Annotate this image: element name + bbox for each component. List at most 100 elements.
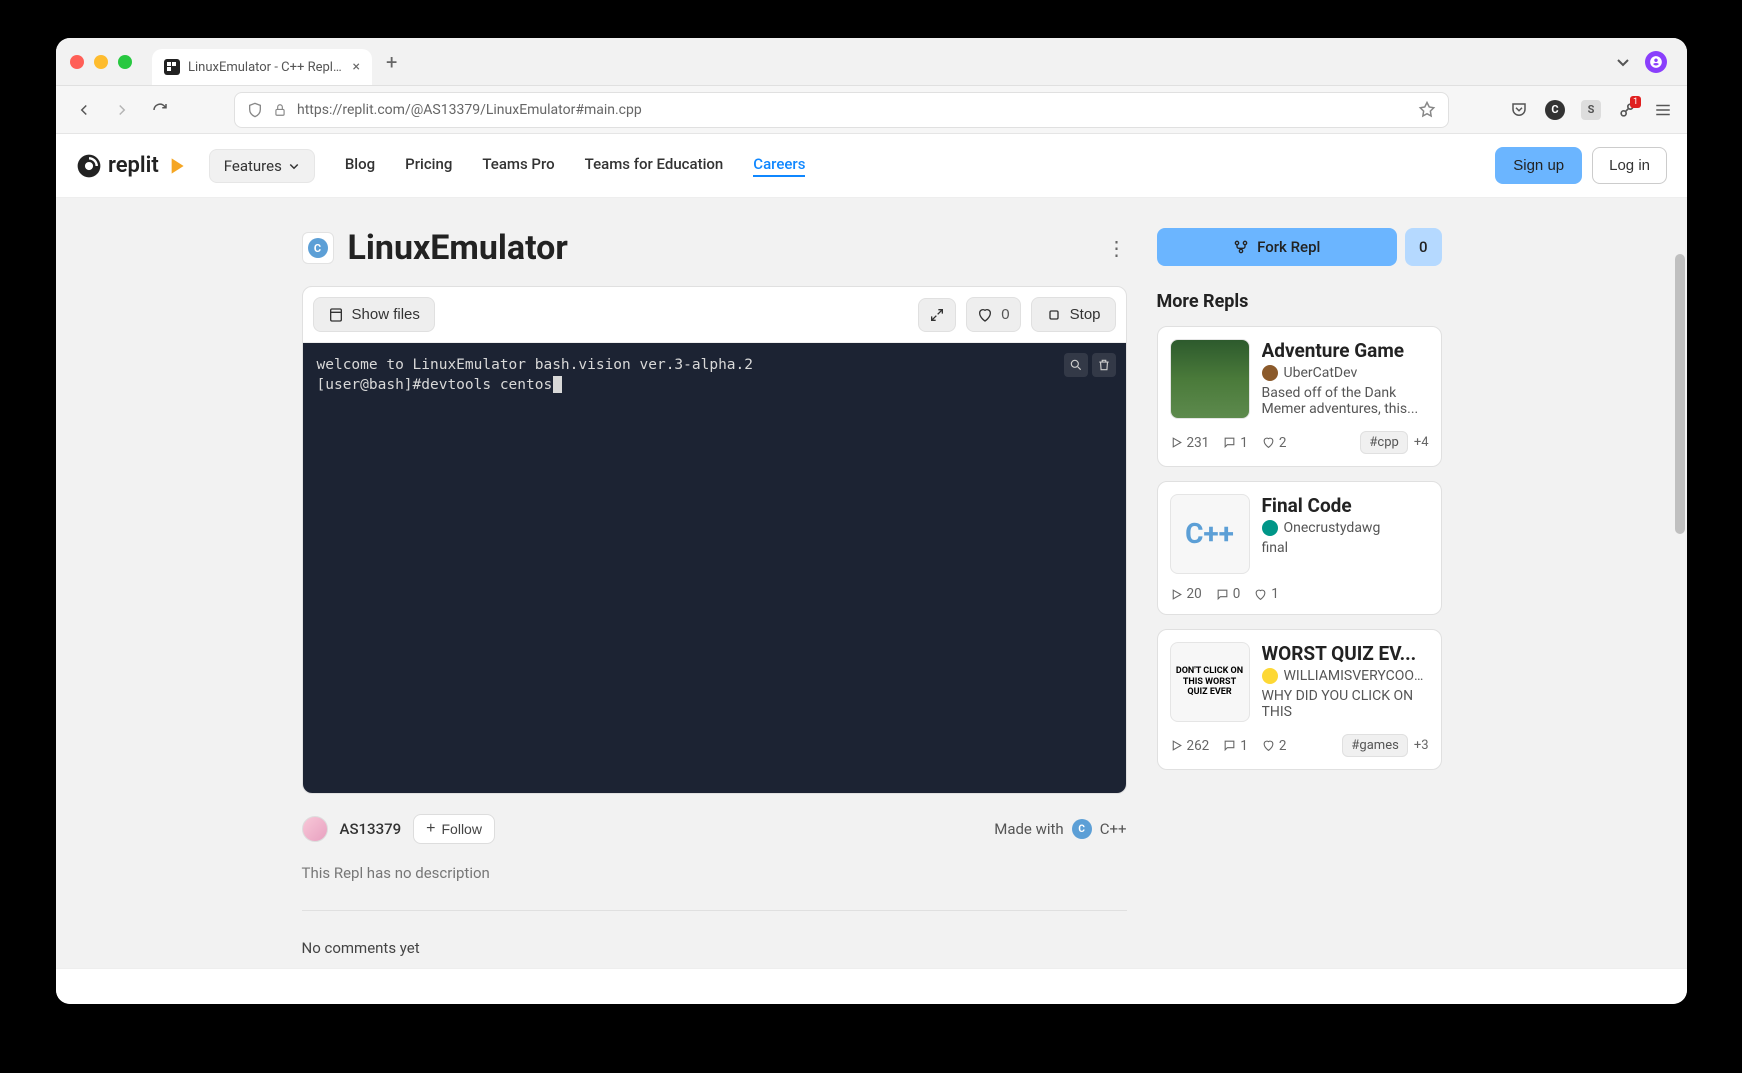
card-title[interactable]: WORST QUIZ EV... (1262, 642, 1429, 665)
editor-card: Show files 0 (302, 286, 1127, 794)
extension-badge: 1 (1630, 96, 1641, 108)
card-title[interactable]: Final Code (1262, 494, 1429, 517)
extension-icon-1[interactable]: C (1545, 100, 1565, 120)
card-author-name[interactable]: Onecrustydawg (1284, 520, 1381, 536)
repl-title: LinuxEmulator (348, 228, 568, 268)
scrollbar[interactable] (1675, 254, 1685, 534)
more-repl-card[interactable]: DON'T CLICK ON THIS WORST QUIZ EVER WORS… (1157, 629, 1442, 770)
maximize-window-button[interactable] (118, 55, 132, 69)
nav-pricing[interactable]: Pricing (405, 155, 452, 177)
tab-close-icon[interactable]: × (353, 59, 360, 75)
lock-icon[interactable] (273, 103, 287, 117)
replit-logo[interactable]: replit (76, 153, 189, 179)
window-controls (70, 55, 132, 69)
stop-button[interactable]: Stop (1031, 297, 1116, 332)
card-thumbnail (1170, 494, 1250, 574)
more-repl-card[interactable]: Adventure Game UberCatDev Based off of t… (1157, 326, 1442, 467)
no-comments-text: No comments yet (302, 939, 1127, 957)
extension-icon-3[interactable]: 1 (1617, 100, 1637, 120)
made-with-label: Made with (994, 820, 1063, 838)
show-files-button[interactable]: Show files (313, 297, 435, 332)
tab-favicon-icon (164, 59, 180, 75)
follow-button[interactable]: + Follow (413, 814, 495, 844)
card-more-tags[interactable]: +4 (1414, 435, 1429, 450)
bottom-bar (56, 968, 1687, 1004)
features-label: Features (224, 157, 282, 175)
divider (302, 910, 1127, 911)
like-count: 0 (1001, 306, 1009, 323)
back-button[interactable] (70, 96, 98, 124)
card-author-name[interactable]: UberCatDev (1284, 365, 1358, 381)
more-repls-heading: More Repls (1157, 291, 1442, 312)
card-author-avatar (1262, 520, 1278, 536)
nav-teams-edu[interactable]: Teams for Education (585, 155, 724, 177)
language-icon: C (1072, 819, 1092, 839)
card-tag[interactable]: #cpp (1360, 431, 1407, 454)
tabs-overflow-icon[interactable] (1615, 54, 1631, 70)
terminal-line-2: [user@bash]#devtools centos (317, 377, 553, 393)
card-comments: 0 (1216, 586, 1241, 602)
more-options-icon[interactable]: ⋮ (1107, 236, 1127, 260)
card-author-avatar (1262, 668, 1278, 684)
url-bar[interactable]: https://replit.com/@AS13379/LinuxEmulato… (234, 92, 1449, 128)
extension-icon-2[interactable]: S (1581, 100, 1601, 120)
shield-icon[interactable] (247, 102, 263, 118)
nav-links: Blog Pricing Teams Pro Teams for Educati… (345, 155, 806, 177)
card-likes: 2 (1262, 738, 1287, 754)
show-files-label: Show files (352, 306, 420, 323)
language-name[interactable]: C++ (1100, 820, 1127, 838)
card-title[interactable]: Adventure Game (1262, 339, 1429, 362)
bookmark-icon[interactable] (1418, 101, 1436, 119)
card-runs: 231 (1170, 435, 1210, 451)
nav-careers[interactable]: Careers (753, 155, 805, 177)
nav-teams-pro[interactable]: Teams Pro (482, 155, 554, 177)
card-runs: 20 (1170, 586, 1202, 602)
features-dropdown[interactable]: Features (209, 149, 315, 183)
card-description: Based off of the Dank Memer adventures, … (1262, 385, 1429, 417)
card-description: WHY DID YOU CLICK ON THIS (1262, 688, 1429, 720)
terminal-output[interactable]: welcome to LinuxEmulator bash.vision ver… (303, 343, 1126, 793)
pocket-icon[interactable] (1509, 100, 1529, 120)
card-description: final (1262, 540, 1429, 556)
signup-button[interactable]: Sign up (1495, 147, 1582, 184)
new-tab-button[interactable]: + (386, 50, 397, 74)
repl-description: This Repl has no description (302, 864, 1127, 882)
browser-tab[interactable]: LinuxEmulator - C++ Repl - Rep… × (152, 49, 372, 85)
like-button[interactable]: 0 (966, 297, 1020, 332)
terminal-trash-icon[interactable] (1092, 353, 1116, 377)
terminal-line-1: welcome to LinuxEmulator bash.vision ver… (317, 355, 1112, 375)
fork-button[interactable]: Fork Repl (1157, 228, 1397, 266)
site-header: replit Features Blog Pricing Teams Pro T… (56, 134, 1687, 198)
card-runs: 262 (1170, 738, 1210, 754)
card-thumbnail (1170, 339, 1250, 419)
terminal-cursor (553, 376, 562, 393)
author-username[interactable]: AS13379 (340, 820, 402, 838)
fork-label: Fork Repl (1257, 238, 1320, 256)
minimize-window-button[interactable] (94, 55, 108, 69)
addressbar-row: https://replit.com/@AS13379/LinuxEmulato… (56, 86, 1687, 134)
card-comments: 1 (1223, 738, 1248, 754)
terminal-search-icon[interactable] (1064, 353, 1088, 377)
url-text: https://replit.com/@AS13379/LinuxEmulato… (297, 102, 1408, 118)
card-likes: 2 (1262, 435, 1287, 451)
fork-count[interactable]: 0 (1405, 228, 1442, 266)
card-tag[interactable]: #games (1342, 734, 1407, 757)
close-window-button[interactable] (70, 55, 84, 69)
forward-button[interactable] (108, 96, 136, 124)
card-thumbnail: DON'T CLICK ON THIS WORST QUIZ EVER (1170, 642, 1250, 722)
reload-button[interactable] (146, 96, 174, 124)
hamburger-menu-icon[interactable] (1653, 100, 1673, 120)
more-repl-card[interactable]: Final Code Onecrustydawg final 20 0 1 (1157, 481, 1442, 615)
fullscreen-button[interactable] (918, 298, 956, 332)
firefox-profile-icon[interactable] (1645, 51, 1667, 73)
card-comments: 1 (1223, 435, 1248, 451)
language-badge: C (302, 232, 334, 264)
author-avatar[interactable] (302, 816, 328, 842)
nav-blog[interactable]: Blog (345, 155, 375, 177)
follow-label: Follow (442, 821, 482, 837)
tab-title: LinuxEmulator - C++ Repl - Rep… (188, 60, 345, 75)
login-button[interactable]: Log in (1592, 147, 1667, 184)
card-more-tags[interactable]: +3 (1414, 738, 1429, 753)
card-author-name[interactable]: WILLIAMISVERYCOOL... (1284, 668, 1429, 684)
stop-label: Stop (1070, 306, 1101, 323)
